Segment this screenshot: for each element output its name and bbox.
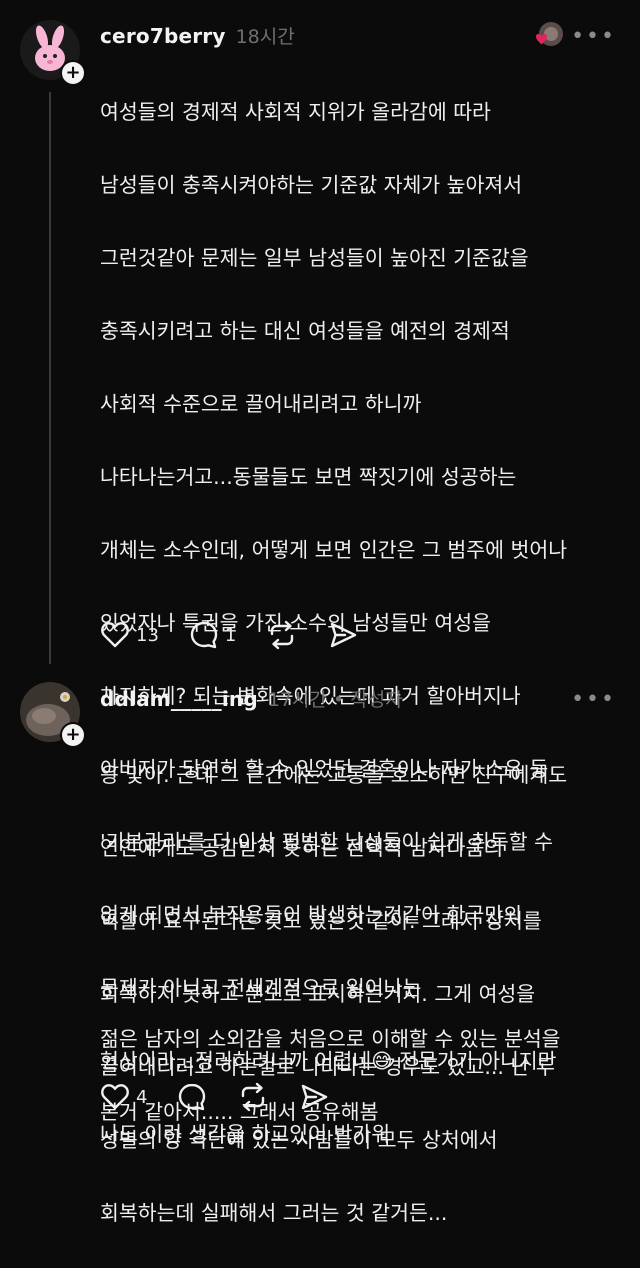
share-icon	[331, 622, 357, 648]
share-icon	[302, 1084, 328, 1110]
text-line: 연인에게도 공감받지 못하는 선택적 남자다움의	[100, 835, 504, 860]
comment-header: ddlam_____ing 17시간 • 작성자	[100, 685, 403, 715]
timestamp: 17시간 • 작성자	[267, 689, 403, 711]
text-line: 여성들의 경제적 사회적 지위가 올라감에 따라	[100, 99, 491, 124]
repost-icon	[242, 1082, 265, 1112]
comment-header: cero7berry 18시간	[100, 22, 295, 52]
timestamp: 18시간	[235, 26, 295, 48]
text-line: 나타나는거고...동물들도 보면 짝짓기에 성공하는	[100, 464, 517, 489]
text-line: 응 맞아. 근데 그 근간에는 고통을 호소하면 친구에게도	[100, 762, 568, 787]
more-options-icon[interactable]: •••	[571, 24, 616, 49]
heart-icon	[101, 622, 129, 648]
text-line: 충족시키려고 하는 대신 여성들을 예전의 경제적	[100, 318, 510, 343]
like-button[interactable]: 4	[100, 1083, 147, 1111]
text-line: 회복하는데 실패해서 그러는 것 같거든...	[100, 1200, 448, 1225]
share-button[interactable]	[328, 620, 358, 650]
liker-avatar[interactable]	[533, 20, 565, 52]
text-line: 그런것같아 문제는 일부 남성들이 높아진 기준값을	[100, 245, 529, 270]
follow-button[interactable]: +	[60, 722, 86, 748]
comment-icon	[190, 621, 218, 649]
reply-button[interactable]: 1	[189, 620, 236, 650]
like-count: 13	[136, 624, 159, 646]
username[interactable]: ddlam_____ing	[100, 687, 258, 711]
share-button[interactable]	[299, 1082, 329, 1112]
like-button[interactable]: 13	[100, 621, 159, 649]
thread-line	[49, 92, 51, 664]
text-line: 사회적 수준으로 끌어내리려고 하니까	[100, 391, 422, 416]
plus-icon: +	[62, 62, 84, 84]
more-options-icon[interactable]: •••	[571, 687, 616, 712]
repost-button[interactable]	[237, 1082, 269, 1112]
reply-button[interactable]	[177, 1082, 207, 1112]
text-line: 남성들이 충족시켜야하는 기준값 자체가 높아져서	[100, 172, 523, 197]
username[interactable]: cero7berry	[100, 24, 226, 48]
avatar-wrap[interactable]: +	[20, 20, 86, 86]
repost-button[interactable]	[266, 620, 298, 650]
plus-icon: +	[62, 724, 84, 746]
action-bar: 13 1	[100, 618, 388, 652]
heart-icon	[101, 1084, 129, 1110]
comment-icon	[179, 1083, 206, 1111]
like-count: 4	[136, 1086, 148, 1108]
comment-body-paragraph-2: 젊은 남자의 소외감을 처음으로 이해할 수 있는 분석을 본거 같아서....…	[100, 984, 625, 1167]
text-line: 젊은 남자의 소외감을 처음으로 이해할 수 있는 분석을	[100, 1026, 561, 1051]
text-line: 개체는 소수인데, 어떻게 보면 인간은 그 범주에 벗어나	[100, 537, 568, 562]
action-bar: 4	[100, 1080, 359, 1114]
avatar-wrap[interactable]: +	[20, 682, 86, 748]
text-line: 역할이 요구된다는 것도 있는것 같아. 그래서 상처를	[100, 908, 542, 933]
repost-icon	[271, 620, 294, 650]
follow-button[interactable]: +	[60, 60, 86, 86]
reply-count: 1	[224, 624, 237, 646]
